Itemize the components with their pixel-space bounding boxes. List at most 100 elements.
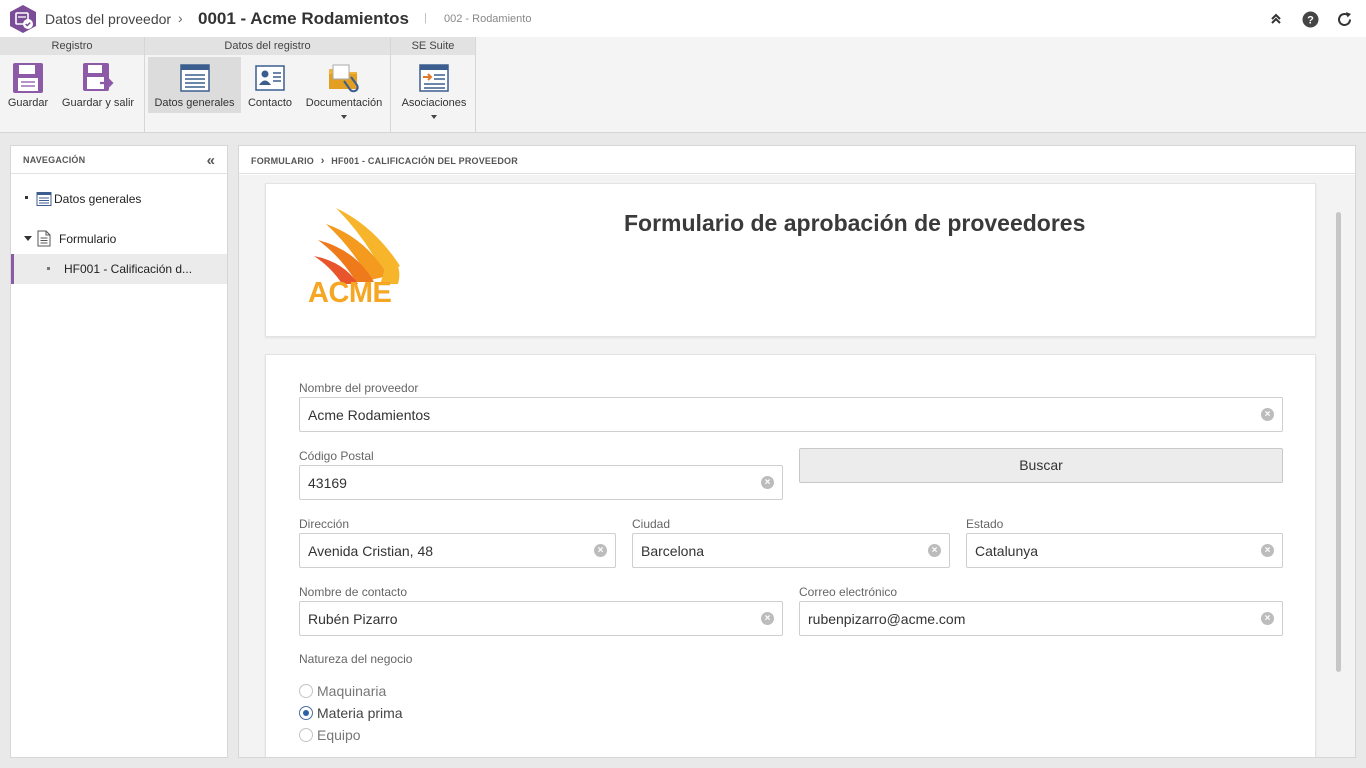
form-list-icon [36, 192, 52, 206]
ribbon-group-title: Registro [0, 37, 144, 55]
navigation-panel: NAVEGACIÓN « Datos generales Formulario … [10, 145, 228, 758]
form-header-card: ACME Formulario de aprobación de proveed… [265, 183, 1316, 337]
nav-item-hf001[interactable]: HF001 - Calificación d... [11, 254, 227, 284]
ribbon-group-datos-registro: Datos del registro Datos generales Conta… [145, 37, 391, 132]
associations-label: Asociaciones [401, 97, 467, 109]
radio-label: Materia prima [317, 705, 403, 721]
clear-icon[interactable]: × [1261, 408, 1274, 421]
navigation-title: NAVEGACIÓN [23, 155, 86, 165]
field-value: 43169 [308, 475, 347, 491]
email-field[interactable]: rubenpizarro@acme.com × [799, 601, 1283, 636]
expand-caret-icon[interactable] [24, 236, 32, 241]
radio-equipo[interactable] [299, 728, 313, 742]
page-subtitle: 002 - Rodamiento [444, 13, 532, 25]
contact-name-field[interactable]: Rubén Pizarro × [299, 601, 783, 636]
save-and-exit-button[interactable]: Guardar y salir [58, 57, 138, 113]
toolbar-ribbon: Registro Guardar Guardar y salir Datos d… [0, 37, 1366, 133]
postal-code-label: Código Postal [299, 449, 374, 463]
collapse-panel-icon[interactable]: « [207, 152, 215, 169]
bullet-icon [25, 196, 28, 199]
clear-icon[interactable]: × [761, 476, 774, 489]
contact-label: Contacto [247, 97, 293, 109]
email-label: Correo electrónico [799, 585, 898, 599]
clear-icon[interactable]: × [1261, 612, 1274, 625]
associations-button[interactable]: Asociaciones [397, 57, 471, 119]
form-body-card: Nombre del proveedor Acme Rodamientos × … [265, 354, 1316, 757]
ribbon-group-se-suite: SE Suite Asociaciones [391, 37, 476, 132]
field-value: Acme Rodamientos [308, 407, 431, 423]
business-nature-label: Natureza del negocio [299, 652, 413, 666]
supplier-name-label: Nombre del proveedor [299, 381, 419, 395]
form-list-icon [179, 64, 210, 92]
page-title: 0001 - Acme Rodamientos [198, 9, 409, 28]
chevron-right-icon: › [320, 155, 325, 167]
save-icon [13, 63, 43, 93]
radio-label: Maquinaria [317, 683, 387, 699]
city-field[interactable]: Barcelona × [632, 533, 950, 568]
address-label: Dirección [299, 517, 350, 531]
general-data-label: Datos generales [154, 97, 235, 109]
city-label: Ciudad [632, 517, 671, 531]
dropdown-caret-icon [431, 115, 437, 119]
navigation-header: NAVEGACIÓN « [11, 146, 227, 174]
clear-icon[interactable]: × [928, 544, 941, 557]
postal-code-field[interactable]: 43169 × [299, 465, 783, 500]
field-value: Catalunya [975, 543, 1039, 559]
save-and-exit-label: Guardar y salir [61, 97, 135, 109]
ribbon-group-title: Datos del registro [145, 37, 390, 55]
documentation-button[interactable]: Documentación [301, 57, 387, 119]
folder-attachment-icon [329, 64, 359, 93]
field-value: rubenpizarro@acme.com [808, 611, 966, 627]
clear-icon[interactable]: × [1261, 544, 1274, 557]
nav-item-label: Datos generales [54, 192, 142, 206]
associations-icon [419, 64, 449, 92]
breadcrumb-parent[interactable]: Datos del proveedor [45, 11, 171, 27]
help-icon[interactable]: ? [1301, 10, 1319, 28]
clear-icon[interactable]: × [761, 612, 774, 625]
svg-text:?: ? [1307, 14, 1314, 26]
title-divider: | [424, 12, 427, 24]
app-logo-icon [8, 4, 38, 34]
nav-item-datos-generales[interactable]: Datos generales [11, 184, 227, 214]
ribbon-group-title: SE Suite [391, 37, 475, 55]
logo-text: ACME [308, 277, 392, 309]
breadcrumb-separator-icon: › [178, 10, 183, 26]
save-button-label: Guardar [7, 97, 49, 109]
radio-materia-prima[interactable] [299, 706, 313, 720]
radio-label: Equipo [317, 727, 361, 743]
clear-icon[interactable]: × [594, 544, 607, 557]
save-exit-icon [83, 63, 114, 91]
field-value: Rubén Pizarro [308, 611, 398, 627]
breadcrumb-item[interactable]: FORMULARIO [251, 156, 314, 166]
collapse-up-icon[interactable] [1267, 10, 1285, 28]
field-value: Barcelona [641, 543, 705, 559]
title-bar: Datos del proveedor › 0001 - Acme Rodami… [0, 0, 1366, 37]
general-data-button[interactable]: Datos generales [148, 57, 241, 113]
nav-item-label: HF001 - Calificación d... [64, 262, 193, 276]
contact-card-icon [255, 65, 285, 91]
main-header: FORMULARIO › HF001 - CALIFICACIÓN DEL PR… [239, 146, 1355, 174]
contact-name-label: Nombre de contacto [299, 585, 408, 599]
search-button[interactable]: Buscar [799, 448, 1283, 483]
breadcrumb: FORMULARIO › HF001 - CALIFICACIÓN DEL PR… [251, 155, 518, 167]
nav-item-label: Formulario [59, 232, 117, 246]
radio-maquinaria[interactable] [299, 684, 313, 698]
state-label: Estado [966, 517, 1004, 531]
documentation-label: Documentación [305, 97, 383, 109]
breadcrumb-item: HF001 - CALIFICACIÓN DEL PROVEEDOR [331, 156, 518, 166]
acme-logo: ACME [304, 206, 408, 310]
ribbon-group-registro: Registro Guardar Guardar y salir [0, 37, 145, 132]
address-field[interactable]: Avenida Cristian, 48 × [299, 533, 616, 568]
vertical-scrollbar[interactable] [1336, 212, 1341, 672]
contact-button[interactable]: Contacto [244, 57, 296, 113]
nav-item-formulario[interactable]: Formulario [11, 224, 227, 254]
bullet-icon [47, 267, 50, 270]
refresh-icon[interactable] [1335, 10, 1353, 28]
save-button[interactable]: Guardar [4, 57, 52, 113]
form-title: Formulario de aprobación de proveedores [624, 210, 1086, 236]
form-content: ACME Formulario de aprobación de proveed… [239, 175, 1355, 757]
state-field[interactable]: Catalunya × [966, 533, 1283, 568]
dropdown-caret-icon [341, 115, 347, 119]
supplier-name-field[interactable]: Acme Rodamientos × [299, 397, 1283, 432]
document-icon [37, 230, 51, 247]
